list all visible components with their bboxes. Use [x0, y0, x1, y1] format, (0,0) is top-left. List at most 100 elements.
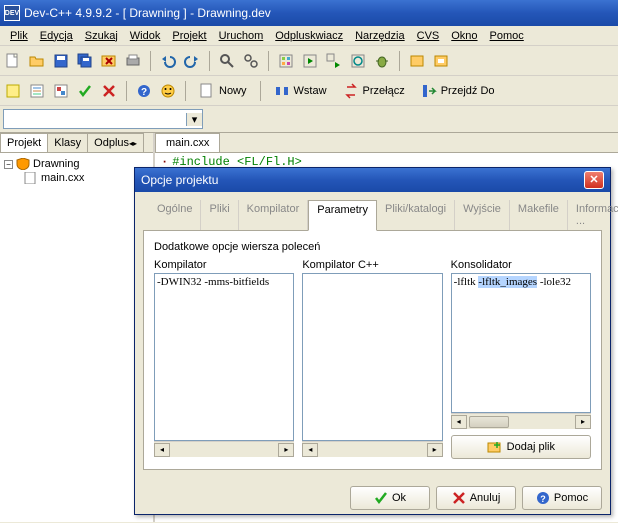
dodaj-plik-button[interactable]: Dodaj plik — [451, 435, 591, 459]
replace-icon[interactable] — [240, 50, 262, 72]
kompilator-hscroll[interactable]: ◂▸ — [154, 441, 294, 457]
project-options-icon[interactable] — [430, 50, 452, 72]
menu-cvs[interactable]: CVS — [411, 28, 446, 44]
close-file-icon[interactable] — [98, 50, 120, 72]
konsolidator-hscroll[interactable]: ◂▸ — [451, 413, 591, 429]
help-dlg-icon: ? — [536, 491, 550, 505]
tab-wyjscie[interactable]: Wyjście — [455, 200, 510, 230]
scroll-left-icon[interactable]: ◂ — [302, 443, 318, 457]
selected-text: -lfltk_images — [478, 276, 537, 288]
menu-odpluskwiacz[interactable]: Odpluskwiacz — [269, 28, 349, 44]
shield-icon — [16, 158, 30, 170]
scroll-thumb[interactable] — [469, 416, 509, 428]
tab-kompilator[interactable]: Kompilator — [239, 200, 309, 230]
svg-text:?: ? — [141, 87, 147, 98]
close-icon[interactable]: ✕ — [584, 171, 604, 189]
tab-ogolne[interactable]: Ogólne — [149, 200, 201, 230]
run-icon[interactable] — [299, 50, 321, 72]
undo-icon[interactable] — [157, 50, 179, 72]
help-icon[interactable]: ? — [133, 80, 155, 102]
kompilator-cpp-hscroll[interactable]: ◂▸ — [302, 441, 442, 457]
status-icon-1[interactable] — [2, 80, 24, 102]
tab-pliki-katalogi[interactable]: Pliki/katalogi — [377, 200, 455, 230]
tab-informacje[interactable]: Informacje ... — [568, 200, 618, 230]
svg-text:?: ? — [540, 494, 546, 504]
menu-okno[interactable]: Okno — [445, 28, 483, 44]
menu-uruchom[interactable]: Uruchom — [213, 28, 270, 44]
check-err-icon[interactable] — [98, 80, 120, 102]
tab-makefile[interactable]: Makefile — [510, 200, 568, 230]
tab-pliki[interactable]: Pliki — [201, 200, 238, 230]
editor-tab-main[interactable]: main.cxx — [155, 133, 220, 152]
pomoc-button[interactable]: ? Pomoc — [522, 486, 602, 510]
dialog-tabs: Ogólne Pliki Kompilator Parametry Pliki/… — [143, 200, 602, 231]
sidebar: Projekt Klasy Odplus◂▸ − Drawning main.c… — [0, 133, 155, 522]
kompilator-cpp-label: Kompilator C++ — [302, 259, 442, 271]
tab-odplus[interactable]: Odplus◂▸ — [87, 133, 144, 152]
scroll-right-icon[interactable]: ▸ — [575, 415, 591, 429]
menu-pomoc[interactable]: Pomoc — [484, 28, 530, 44]
tab-projekt[interactable]: Projekt — [0, 133, 48, 152]
redo-icon[interactable] — [181, 50, 203, 72]
rebuild-icon[interactable] — [347, 50, 369, 72]
find-icon[interactable] — [216, 50, 238, 72]
tree-root-label: Drawning — [33, 158, 79, 170]
toolbar-row-1 — [0, 46, 618, 76]
check-ok-icon[interactable] — [74, 80, 96, 102]
ok-button[interactable]: Ok — [350, 486, 430, 510]
save-icon[interactable] — [50, 50, 72, 72]
save-all-icon[interactable] — [74, 50, 96, 72]
open-folder-icon[interactable] — [26, 50, 48, 72]
add-file-icon — [487, 440, 503, 454]
window-title: Dev-C++ 4.9.9.2 - [ Drawning ] - Drawnin… — [24, 6, 271, 20]
scroll-right-icon[interactable]: ▸ — [427, 443, 443, 457]
scroll-left-icon[interactable]: ◂ — [154, 443, 170, 457]
toolbar-row-2: ? Nowy Wstaw Przełącz Przejdź Do — [0, 76, 618, 106]
debug-icon[interactable] — [371, 50, 393, 72]
menu-projekt[interactable]: Projekt — [166, 28, 212, 44]
main-titlebar: DEV Dev-C++ 4.9.9.2 - [ Drawning ] - Dra… — [0, 0, 618, 26]
tree-root[interactable]: − Drawning — [4, 157, 149, 171]
nowy-button[interactable]: Nowy — [192, 80, 254, 102]
scroll-left-icon[interactable]: ◂ — [451, 415, 467, 429]
dialog-titlebar[interactable]: Opcje projektu ✕ — [135, 168, 610, 192]
cancel-icon — [452, 491, 466, 505]
project-options-dialog: Opcje projektu ✕ Ogólne Pliki Kompilator… — [134, 167, 611, 515]
menu-widok[interactable]: Widok — [124, 28, 167, 44]
dialog-title: Opcje projektu — [141, 173, 218, 187]
class-browser-bar: ▾ — [0, 106, 618, 133]
check-icon — [374, 491, 388, 505]
new-project-icon[interactable] — [406, 50, 428, 72]
menu-plik[interactable]: Plik — [4, 28, 34, 44]
new-file-icon[interactable] — [2, 50, 24, 72]
menu-edycja[interactable]: Edycja — [34, 28, 79, 44]
scroll-right-icon[interactable]: ▸ — [278, 443, 294, 457]
menu-narzedzia[interactable]: Narzędzia — [349, 28, 411, 44]
przejdz-button[interactable]: Przejdź Do — [414, 80, 502, 102]
class-combo[interactable]: ▾ — [3, 109, 203, 129]
menu-szukaj[interactable]: Szukaj — [79, 28, 124, 44]
print-icon[interactable] — [122, 50, 144, 72]
compile-icon[interactable] — [275, 50, 297, 72]
przelacz-button[interactable]: Przełącz — [336, 80, 412, 102]
tree-file-label: main.cxx — [41, 172, 84, 184]
tree-collapse-icon[interactable]: − — [4, 160, 13, 169]
konsolidator-label: Konsolidator — [451, 259, 591, 271]
status-icon-2[interactable] — [26, 80, 48, 102]
app-icon: DEV — [4, 5, 20, 21]
kompilator-cpp-input[interactable] — [302, 273, 442, 441]
project-tree: − Drawning main.cxx — [0, 153, 153, 189]
tree-file[interactable]: main.cxx — [24, 171, 149, 185]
about-icon[interactable] — [157, 80, 179, 102]
tab-klasy[interactable]: Klasy — [47, 133, 88, 152]
konsolidator-input[interactable]: -lfltk -lfltk_images -lole32 — [451, 273, 591, 413]
anuluj-button[interactable]: Anuluj — [436, 486, 516, 510]
wstaw-button[interactable]: Wstaw — [267, 80, 334, 102]
kompilator-label: Kompilator — [154, 259, 294, 271]
tab-parametry[interactable]: Parametry — [308, 200, 377, 231]
section-label: Dodatkowe opcje wiersza poleceń — [154, 241, 591, 253]
compile-run-icon[interactable] — [323, 50, 345, 72]
status-icon-3[interactable] — [50, 80, 72, 102]
file-icon — [24, 172, 38, 184]
kompilator-input[interactable]: -DWIN32 -mms-bitfields — [154, 273, 294, 441]
